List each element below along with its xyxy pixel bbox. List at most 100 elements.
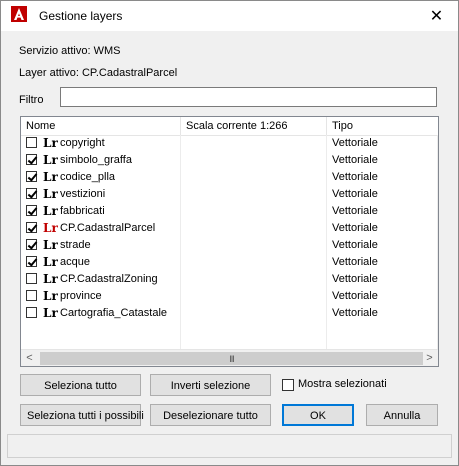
layer-visibility-checkbox[interactable] — [26, 171, 37, 182]
deselect-all-button[interactable]: Deselezionare tutto — [150, 404, 271, 426]
grip-icon: III — [229, 353, 234, 364]
layer-scale-cell — [181, 152, 327, 169]
layer-icon: Lr — [43, 187, 58, 201]
select-all-possible-button[interactable]: Seleziona tutti i possibili — [20, 404, 144, 426]
table-row[interactable]: Lr codice_plla Vettoriale — [21, 169, 438, 186]
layer-icon: Lr — [43, 136, 58, 150]
layer-type-cell: Vettoriale — [327, 203, 438, 220]
show-selected-checkbox[interactable] — [282, 379, 294, 391]
layer-type-cell: Vettoriale — [327, 186, 438, 203]
layer-name-cell: Lr copyright — [21, 135, 181, 152]
layer-visibility-checkbox[interactable] — [26, 256, 37, 267]
active-service-label: Servizio attivo: WMS — [19, 45, 121, 57]
layer-visibility-checkbox[interactable] — [26, 239, 37, 250]
cancel-button[interactable]: Annulla — [366, 404, 438, 426]
empty-row — [21, 322, 438, 339]
filter-input[interactable] — [60, 87, 437, 107]
layer-name: CP.CadastralZoning — [60, 273, 158, 285]
layer-icon: Lr — [43, 272, 58, 286]
layer-name: vestizioni — [60, 188, 106, 200]
empty-cell — [327, 322, 438, 339]
layer-name-cell: Lr strade — [21, 237, 181, 254]
layer-icon: Lr — [43, 255, 58, 269]
layer-name-cell: Lr acque — [21, 254, 181, 271]
table-row[interactable]: Lr CP.CadastralParcel Vettoriale — [21, 220, 438, 237]
select-all-button[interactable]: Seleziona tutto — [20, 374, 141, 396]
layer-icon: Lr — [43, 170, 58, 184]
layer-icon: Lr — [43, 153, 58, 167]
layer-scale-cell — [181, 288, 327, 305]
active-layer-label: Layer attivo: CP.CadastralParcel — [19, 67, 178, 79]
table-row[interactable]: Lr province Vettoriale — [21, 288, 438, 305]
layer-type-cell: Vettoriale — [327, 288, 438, 305]
table-row[interactable]: Lr vestizioni Vettoriale — [21, 186, 438, 203]
layer-name-cell: Lr codice_plla — [21, 169, 181, 186]
layer-scale-cell — [181, 169, 327, 186]
layer-icon: Lr — [43, 238, 58, 252]
close-icon: ✕ — [429, 8, 444, 25]
layer-scale-cell — [181, 186, 327, 203]
show-selected-label: Mostra selezionati — [298, 378, 387, 390]
layer-name-cell: Lr CP.CadastralParcel — [21, 220, 181, 237]
layer-name: simbolo_graffa — [60, 154, 132, 166]
column-header-scale[interactable]: Scala corrente 1:266 — [181, 117, 327, 135]
layer-scale-cell — [181, 203, 327, 220]
layer-visibility-checkbox[interactable] — [26, 273, 37, 284]
layer-scale-cell — [181, 305, 327, 322]
layer-visibility-checkbox[interactable] — [26, 222, 37, 233]
layers-grid[interactable]: Nome Scala corrente 1:266 Tipo Lr copyrig… — [20, 116, 439, 367]
layer-type-cell: Vettoriale — [327, 152, 438, 169]
table-row[interactable]: Lr CP.CadastralZoning Vettoriale — [21, 271, 438, 288]
layer-visibility-checkbox[interactable] — [26, 154, 37, 165]
layer-visibility-checkbox[interactable] — [26, 307, 37, 318]
invert-selection-button[interactable]: Inverti selezione — [150, 374, 271, 396]
layer-type-cell: Vettoriale — [327, 169, 438, 186]
layer-name: CP.CadastralParcel — [60, 222, 156, 234]
layer-type-cell: Vettoriale — [327, 271, 438, 288]
layer-visibility-checkbox[interactable] — [26, 137, 37, 148]
layer-icon: Lr — [43, 204, 58, 218]
layer-scale-cell — [181, 254, 327, 271]
layer-name: acque — [60, 256, 90, 268]
ok-button[interactable]: OK — [282, 404, 354, 426]
scroll-left-icon[interactable]: < — [21, 350, 38, 366]
table-row[interactable]: Lr fabbricati Vettoriale — [21, 203, 438, 220]
layer-name: strade — [60, 239, 91, 251]
layer-visibility-checkbox[interactable] — [26, 205, 37, 216]
layer-type-cell: Vettoriale — [327, 135, 438, 152]
close-button[interactable]: ✕ — [415, 1, 458, 31]
layer-type-cell: Vettoriale — [327, 220, 438, 237]
window-title: Gestione layers — [39, 9, 123, 23]
table-row[interactable]: Lr simbolo_graffa Vettoriale — [21, 152, 438, 169]
layer-name: Cartografia_Catastale — [60, 307, 168, 319]
layer-scale-cell — [181, 220, 327, 237]
layer-type-cell: Vettoriale — [327, 305, 438, 322]
layer-visibility-checkbox[interactable] — [26, 290, 37, 301]
layer-name-cell: Lr simbolo_graffa — [21, 152, 181, 169]
layer-icon: Lr — [43, 306, 58, 320]
grid-header: Nome Scala corrente 1:266 Tipo — [21, 117, 438, 136]
layer-visibility-checkbox[interactable] — [26, 188, 37, 199]
layer-name: codice_plla — [60, 171, 116, 183]
column-header-name[interactable]: Nome — [21, 117, 181, 135]
layer-name-cell: Lr Cartografia_Catastale — [21, 305, 181, 322]
table-row[interactable]: Lr acque Vettoriale — [21, 254, 438, 271]
autocad-app-icon — [11, 6, 27, 22]
column-header-type[interactable]: Tipo — [327, 117, 438, 135]
layer-type-cell: Vettoriale — [327, 237, 438, 254]
layer-name-cell: Lr vestizioni — [21, 186, 181, 203]
scroll-right-icon[interactable]: > — [421, 350, 438, 366]
table-row[interactable]: Lr Cartografia_Catastale Vettoriale — [21, 305, 438, 322]
layer-type-cell: Vettoriale — [327, 254, 438, 271]
layer-scale-cell — [181, 237, 327, 254]
layer-name-cell: Lr province — [21, 288, 181, 305]
title-bar[interactable]: Gestione layers ✕ — [1, 1, 458, 31]
table-row[interactable]: Lr copyright Vettoriale — [21, 135, 438, 152]
table-row[interactable]: Lr strade Vettoriale — [21, 237, 438, 254]
filter-label: Filtro — [19, 94, 44, 106]
horizontal-scrollbar[interactable]: < III > — [21, 349, 438, 366]
layer-scale-cell — [181, 271, 327, 288]
layer-icon: Lr — [43, 221, 58, 235]
dialog-window: Gestione layers ✕ Servizio attivo: WMS L… — [0, 0, 459, 466]
scroll-thumb[interactable]: III — [40, 352, 423, 365]
